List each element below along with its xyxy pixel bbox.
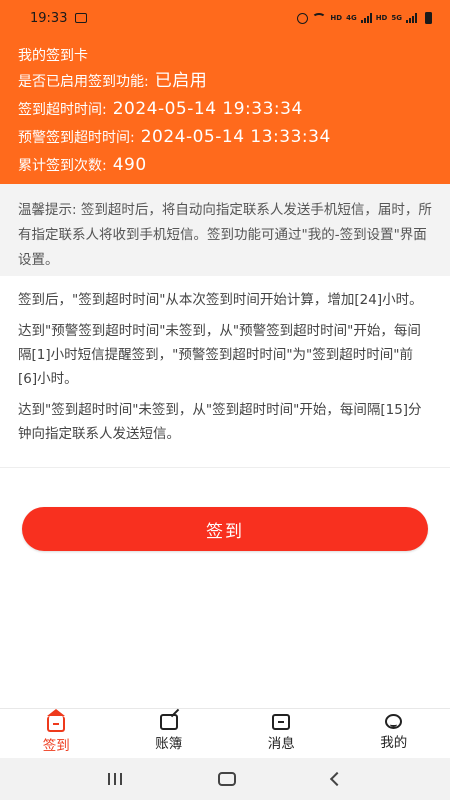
status-icons: HD 4G HD 5G — [297, 12, 432, 24]
rule-text: 达到"预警签到超时时间"未签到，从"预警签到超时时间"开始，每间隔[1]小时短信… — [18, 323, 421, 387]
tab-label: 账簿 — [155, 736, 183, 752]
image-notification-icon — [75, 13, 88, 23]
warning-timeout-value: 2024-05-14 13:33:34 — [140, 127, 331, 147]
timeout-value: 2024-05-14 19:33:34 — [112, 99, 303, 119]
tab-ledger[interactable]: 账簿 — [113, 709, 226, 758]
profile-icon — [385, 714, 403, 729]
rule-text: 达到"签到超时时间"未签到，从"签到超时时间"开始，每间隔[15]分钟向指定联系… — [18, 402, 422, 442]
network-label-hd-1: HD — [330, 14, 343, 22]
card-title: 我的签到卡 — [18, 48, 88, 64]
home-circle-icon[interactable] — [218, 772, 236, 786]
network-label-hd-2: HD — [375, 14, 388, 22]
recent-apps-icon[interactable] — [108, 773, 122, 785]
card-row-count: 累计签到次数: 490 — [18, 151, 432, 179]
tab-label: 我的 — [380, 735, 408, 751]
network-label-4g: 4G — [346, 14, 357, 22]
tab-label: 签到 — [42, 738, 70, 754]
rule-text: 签到后，"签到超时时间"从本次签到时间开始计算，增加[24]小时。 — [18, 292, 423, 308]
back-icon[interactable] — [329, 771, 345, 787]
edit-book-icon — [159, 714, 178, 730]
warning-timeout-label: 预警签到超时时间: — [18, 130, 135, 146]
card-row-timeout: 签到超时时间: 2024-05-14 19:33:34 — [18, 95, 432, 123]
message-icon — [272, 714, 291, 730]
sign-in-button[interactable]: 签到 — [22, 507, 428, 551]
warm-tip: 温馨提示: 签到超时后，将自动向指定联系人发送手机短信，届时，所有指定联系人将收… — [0, 184, 450, 276]
status-time: 19:33 — [30, 10, 68, 26]
tab-messages[interactable]: 消息 — [225, 709, 338, 758]
sign-count-label: 累计签到次数: — [18, 158, 107, 174]
status-bar: 19:33 HD 4G HD 5G — [0, 0, 450, 36]
tab-label: 消息 — [267, 736, 295, 752]
bottom-nav: 签到 账簿 消息 我的 — [0, 708, 450, 758]
system-nav-bar — [0, 758, 450, 800]
wifi-icon — [312, 13, 327, 23]
rules-section: 签到后，"签到超时时间"从本次签到时间开始计算，增加[24]小时。 达到"预警签… — [0, 276, 450, 468]
enabled-label: 是否已启用签到功能: — [18, 74, 149, 90]
tab-sign-in[interactable]: 签到 — [0, 709, 113, 758]
signal-icon-2 — [406, 13, 417, 23]
battery-icon — [425, 12, 432, 24]
sign-in-card: 我的签到卡 是否已启用签到功能: 已启用 签到超时时间: 2024-05-14 … — [0, 36, 450, 184]
alarm-icon — [297, 12, 309, 24]
home-icon — [47, 709, 66, 732]
card-row-warning: 预警签到超时时间: 2024-05-14 13:33:34 — [18, 123, 432, 151]
enabled-value: 已启用 — [154, 71, 208, 91]
timeout-label: 签到超时时间: — [18, 102, 107, 118]
card-row-enabled: 是否已启用签到功能: 已启用 — [18, 67, 432, 95]
sign-count-value: 490 — [112, 155, 147, 175]
network-label-5g: 5G — [391, 14, 402, 22]
signal-icon — [360, 13, 372, 23]
tab-mine[interactable]: 我的 — [338, 709, 450, 758]
